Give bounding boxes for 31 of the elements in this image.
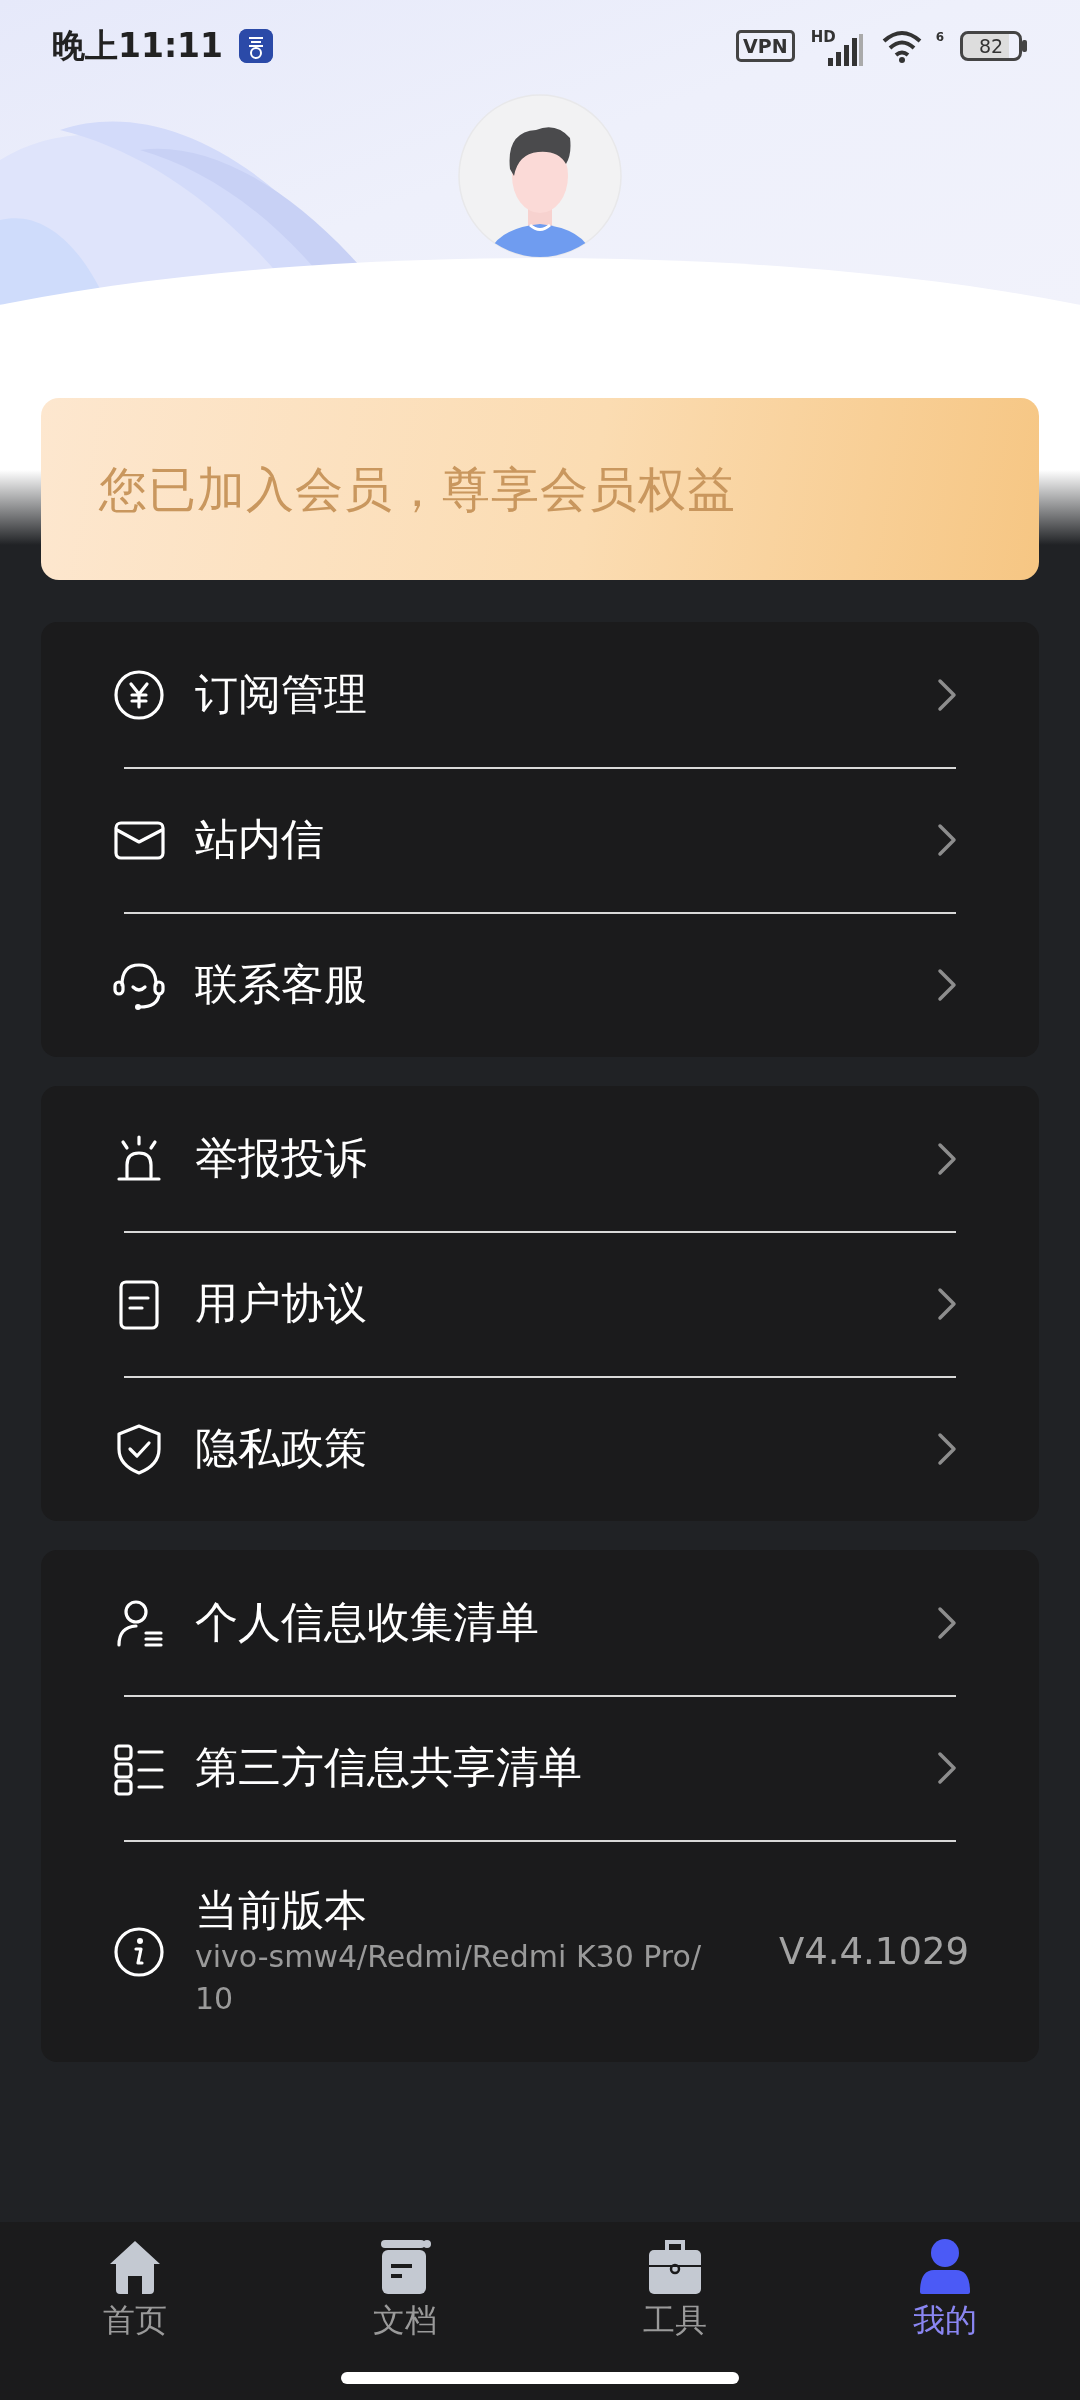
menu-item[interactable]: 隐私政策	[41, 1376, 1039, 1521]
wifi-generation: 6	[935, 29, 944, 47]
chevron-right-icon	[935, 966, 959, 1003]
vpn-indicator: VPN	[736, 30, 795, 62]
membership-message: 您已加入会员，尊享会员权益	[99, 460, 736, 519]
menu-item[interactable]: 订阅管理	[41, 622, 1039, 767]
menu-item[interactable]: 用户协议	[41, 1231, 1039, 1376]
app-notification-icon	[239, 29, 274, 63]
menu-item[interactable]: 个人信息收集清单	[41, 1550, 1039, 1695]
version-number: V4.4.1029	[778, 1929, 969, 1976]
battery-level: 82	[960, 31, 1022, 61]
menu-item[interactable]: 站内信	[41, 767, 1039, 912]
battery-tip-icon	[1022, 40, 1028, 52]
tab[interactable]: 首页	[0, 2222, 270, 2400]
tab[interactable]: 工具	[540, 2222, 810, 2400]
menu-item[interactable]: 联系客服	[41, 912, 1039, 1057]
network-type: HD	[810, 26, 836, 48]
chevron-right-icon	[935, 1749, 959, 1786]
tab[interactable]: 我的	[810, 2222, 1080, 2400]
chevron-right-icon	[935, 1140, 959, 1177]
menu-item[interactable]: 举报投诉	[41, 1086, 1039, 1231]
chevron-right-icon	[935, 1604, 959, 1641]
chevron-right-icon	[935, 821, 959, 858]
chevron-right-icon	[935, 1285, 959, 1322]
chevron-right-icon	[935, 1430, 959, 1467]
device-info: vivo-smw4/Redmi/Redmi K30 Pro/10	[195, 1938, 702, 2018]
tab[interactable]: 文档	[270, 2222, 540, 2400]
menu-item[interactable]: 第三方信息共享清单	[41, 1695, 1039, 1840]
chevron-right-icon	[935, 676, 959, 713]
version-title: 当前版本	[195, 1884, 368, 1936]
status-time: 晚上11:11	[52, 25, 224, 68]
